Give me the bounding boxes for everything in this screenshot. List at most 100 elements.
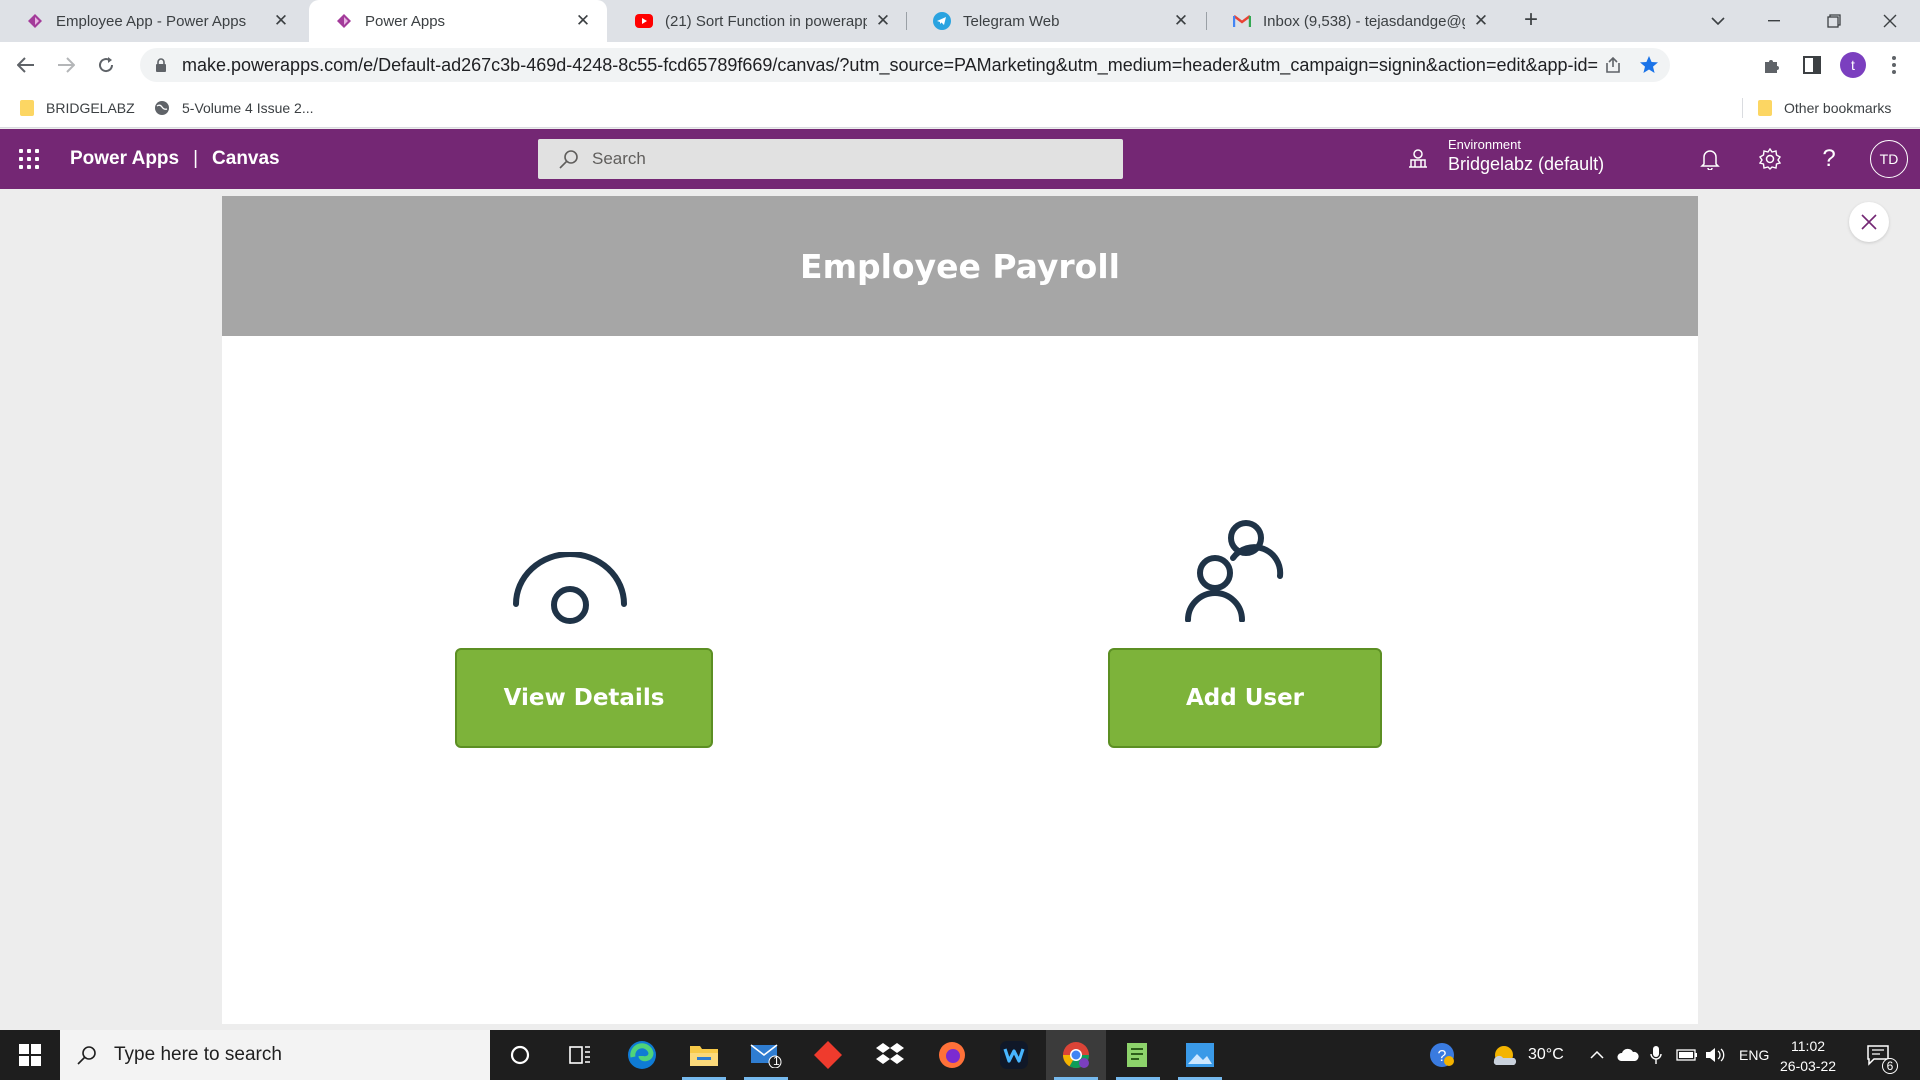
bookmark-label: BRIDGELABZ	[46, 100, 135, 116]
language-indicator[interactable]: ENG	[1739, 1030, 1769, 1080]
notepad-icon[interactable]	[1108, 1030, 1168, 1080]
users-group-icon[interactable]	[1184, 518, 1284, 622]
search-icon	[559, 150, 578, 169]
folder-icon	[20, 100, 34, 116]
brand-name[interactable]: Power Apps	[70, 148, 179, 170]
file-explorer-icon[interactable]	[674, 1030, 734, 1080]
help-question-icon[interactable]: ?	[1814, 144, 1844, 174]
back-arrow-icon[interactable]	[10, 49, 42, 81]
tab-title: Power Apps	[365, 12, 446, 30]
user-avatar[interactable]: TD	[1870, 140, 1908, 178]
bookmark-volume[interactable]: 5-Volume 4 Issue 2...	[154, 88, 314, 128]
other-bookmarks-label: Other bookmarks	[1784, 100, 1892, 116]
photos-icon[interactable]	[1170, 1030, 1230, 1080]
address-bar[interactable]: make.powerapps.com/e/Default-ad267c3b-46…	[140, 48, 1670, 82]
browser-toolbar: make.powerapps.com/e/Default-ad267c3b-46…	[0, 42, 1920, 88]
edge-browser-icon[interactable]	[612, 1030, 672, 1080]
lock-icon	[156, 58, 166, 72]
weather-widget[interactable]: 30°C	[1492, 1030, 1564, 1080]
app-title: Employee Payroll	[800, 246, 1120, 286]
show-hidden-icons-chevron-icon[interactable]	[1590, 1030, 1604, 1080]
app-header: Employee Payroll	[222, 196, 1698, 336]
tab-close-icon[interactable]: ✕	[273, 12, 289, 29]
temperature: 30°C	[1528, 1046, 1564, 1063]
bookmark-label: 5-Volume 4 Issue 2...	[182, 100, 314, 116]
volume-speaker-icon[interactable]	[1704, 1030, 1726, 1080]
restore-icon[interactable]	[1804, 0, 1864, 42]
chrome-icon[interactable]	[1046, 1030, 1106, 1080]
clock-date: 26-03-22	[1780, 1058, 1837, 1074]
profile-avatar[interactable]: t	[1839, 51, 1867, 79]
weather-sun-icon	[1493, 1046, 1517, 1066]
browser-menu-icon[interactable]	[1880, 51, 1908, 79]
taskbar-search-input[interactable]: Type here to search	[60, 1030, 490, 1080]
notification-center-icon[interactable]: 6	[1866, 1030, 1898, 1080]
cortana-icon[interactable]	[490, 1030, 550, 1080]
forward-arrow-icon[interactable]	[50, 49, 82, 81]
add-user-button[interactable]: Add User	[1108, 648, 1382, 748]
dropbox-icon[interactable]	[860, 1030, 920, 1080]
tab-employee-app[interactable]: Employee App - Power Apps ✕	[0, 0, 305, 42]
brand: Power Apps | Canvas	[70, 129, 280, 189]
environment-value: Bridgelabz (default)	[1448, 154, 1605, 174]
other-bookmarks[interactable]: Other bookmarks	[1758, 88, 1891, 128]
tab-title: Inbox (9,538) - tejasdandge@gm	[1263, 12, 1465, 30]
globe-icon	[154, 100, 170, 116]
new-tab-plus-icon[interactable]: +	[1518, 8, 1544, 34]
mail-badge: 1	[773, 1054, 780, 1068]
environment-picker[interactable]: Environment Bridgelabz (default)	[1448, 137, 1604, 175]
taskbar-search-placeholder: Type here to search	[114, 1044, 282, 1065]
clock-time: 11:02	[1791, 1038, 1826, 1054]
firefox-icon[interactable]	[922, 1030, 982, 1080]
notifications-bell-icon[interactable]	[1695, 144, 1725, 174]
tab-youtube[interactable]: (21) Sort Function in powerapps ✕	[609, 0, 907, 42]
bookmark-separator	[1742, 98, 1743, 118]
mail-icon[interactable]: 1	[736, 1030, 796, 1080]
tab-close-icon[interactable]: ✕	[575, 12, 591, 29]
environment-label: Environment	[1448, 137, 1521, 152]
app-launcher-waffle-icon[interactable]	[16, 146, 42, 172]
bookmark-bridgelabz[interactable]: BRIDGELABZ	[20, 88, 135, 128]
close-preview-icon[interactable]	[1849, 202, 1889, 242]
onedrive-cloud-icon[interactable]	[1617, 1030, 1639, 1080]
diamond-app-icon[interactable]	[798, 1030, 858, 1080]
view-eye-icon[interactable]	[512, 552, 628, 626]
task-view-icon[interactable]	[550, 1030, 610, 1080]
webex-icon[interactable]	[984, 1030, 1044, 1080]
tab-search-chevron-icon[interactable]	[1688, 0, 1748, 42]
tab-close-icon[interactable]: ✕	[1473, 12, 1489, 29]
extensions-puzzle-icon[interactable]	[1758, 51, 1786, 79]
tab-close-icon[interactable]: ✕	[1173, 12, 1189, 29]
tab-telegram[interactable]: Telegram Web ✕	[907, 0, 1205, 42]
tab-gmail[interactable]: Inbox (9,538) - tejasdandge@gm ✕	[1207, 0, 1505, 42]
windows-taskbar: Type here to search 1 ? 30°C ENG 11:02 2…	[0, 1030, 1920, 1080]
tab-close-icon[interactable]: ✕	[875, 12, 891, 29]
clock[interactable]: 11:02 26-03-22	[1780, 1036, 1836, 1076]
windows-start-icon[interactable]	[0, 1030, 60, 1080]
battery-icon[interactable]	[1676, 1030, 1698, 1080]
share-icon[interactable]	[1598, 50, 1628, 80]
search-placeholder: Search	[592, 149, 646, 168]
search-input[interactable]: Search	[538, 139, 1123, 179]
brand-separator: |	[193, 148, 199, 169]
section-name: Canvas	[212, 148, 280, 169]
power-apps-header: Power Apps | Canvas Search Environment B…	[0, 129, 1920, 189]
view-details-button[interactable]: View Details	[455, 648, 713, 748]
power-apps-icon	[26, 12, 44, 30]
reload-icon[interactable]	[90, 49, 122, 81]
side-panel-icon[interactable]	[1798, 51, 1826, 79]
gmail-icon	[1233, 12, 1251, 30]
browser-tab-strip: Employee App - Power Apps ✕ Power Apps ✕…	[0, 0, 1920, 42]
minimize-icon[interactable]	[1744, 0, 1804, 42]
tab-title: (21) Sort Function in powerapps	[665, 12, 867, 30]
window-close-icon[interactable]	[1860, 0, 1920, 42]
microphone-icon[interactable]	[1650, 1030, 1662, 1080]
search-icon	[77, 1046, 96, 1065]
help-tray-icon[interactable]: ?	[1428, 1030, 1456, 1080]
url-text[interactable]: make.powerapps.com/e/Default-ad267c3b-46…	[182, 55, 1598, 76]
bookmark-star-icon[interactable]	[1634, 50, 1664, 80]
notification-count-badge: 6	[1882, 1058, 1898, 1074]
tab-power-apps[interactable]: Power Apps ✕	[309, 0, 607, 42]
tab-title: Telegram Web	[963, 12, 1060, 30]
settings-gear-icon[interactable]	[1755, 144, 1785, 174]
